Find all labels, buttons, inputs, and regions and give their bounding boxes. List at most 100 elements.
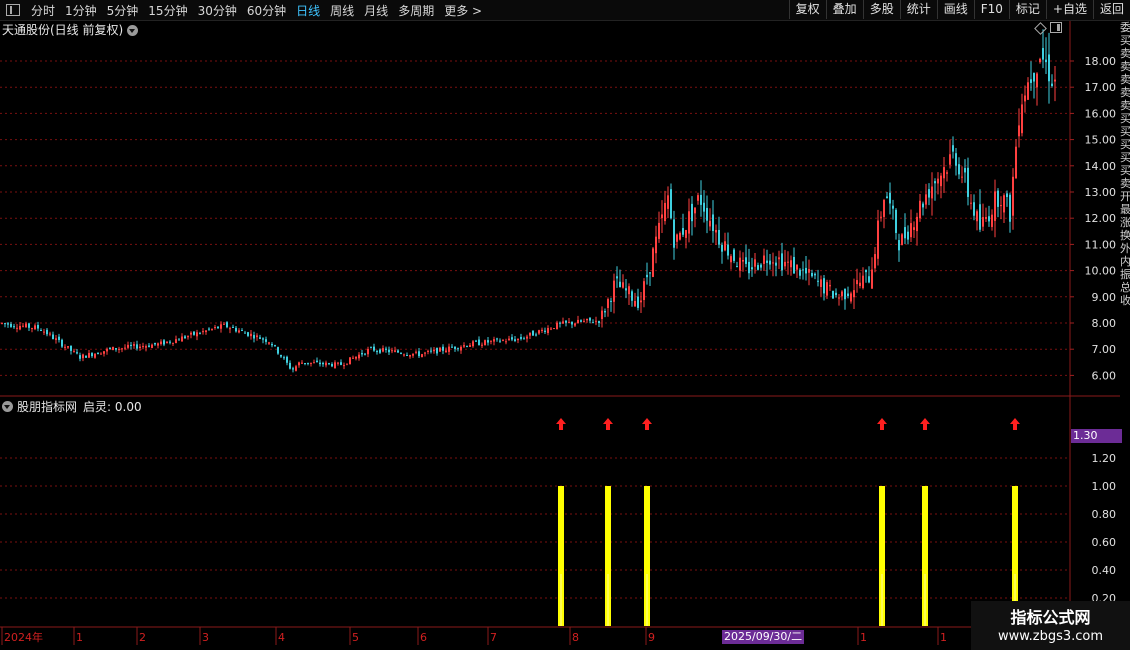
candle-body (475, 340, 477, 342)
chevron-down-icon[interactable] (127, 25, 139, 36)
candle-body (76, 352, 78, 354)
candle-body (508, 338, 510, 341)
candle-body (169, 341, 171, 343)
candle-body (292, 368, 294, 370)
candle-body (280, 354, 282, 357)
candle-body (853, 290, 855, 298)
up-arrow-icon (877, 418, 887, 430)
chart-canvas[interactable]: 18.0017.0016.0015.0014.0013.0012.0011.00… (0, 0, 1130, 650)
candle-body (181, 336, 183, 342)
candle-body (619, 281, 621, 288)
candle-body (55, 338, 57, 340)
candle-body (226, 322, 228, 328)
candle-body (589, 317, 591, 321)
candle-body (361, 353, 363, 355)
candle-body (487, 340, 489, 343)
time-tick-label: 2024年 (4, 630, 43, 644)
candle-body (580, 320, 582, 322)
candle-body (385, 348, 387, 350)
price-tick-label: 13.00 (1085, 186, 1117, 199)
candle-body (34, 325, 36, 330)
candle-body (598, 321, 600, 324)
candle-body (94, 353, 96, 358)
candle-body (316, 360, 318, 362)
indicator-tick-label: 0.80 (1092, 508, 1117, 521)
candle-body (868, 276, 870, 283)
candle-body (919, 200, 921, 219)
up-arrow-icon (920, 418, 930, 430)
candle-body (811, 272, 813, 277)
candle-body (160, 341, 162, 345)
candle-body (301, 362, 303, 364)
price-tick-label: 16.00 (1085, 107, 1117, 120)
time-tick-label: 4 (278, 631, 285, 644)
candle-body (991, 214, 993, 227)
candle-body (343, 365, 345, 367)
candle-body (571, 321, 573, 325)
price-tick-label: 10.00 (1085, 265, 1117, 278)
candle-body (772, 262, 774, 264)
candle-body (286, 356, 288, 363)
indicator-title[interactable]: 股朋指标网 启灵: 0.00 (2, 398, 142, 415)
price-tick-label: 12.00 (1085, 212, 1117, 225)
chart-controls (1034, 22, 1062, 35)
candle-body (850, 293, 852, 302)
candle-body (1018, 125, 1020, 137)
quote-panel-char: 卖 (1120, 99, 1130, 112)
candle-body (1036, 73, 1038, 88)
candle-body (550, 328, 552, 330)
price-tick-label: 18.00 (1085, 55, 1117, 68)
candle-body (763, 255, 765, 264)
candle-body (607, 299, 609, 308)
candle-body (52, 334, 54, 340)
candle-body (910, 223, 912, 238)
candle-body (511, 337, 513, 340)
candle-body (667, 195, 669, 209)
candle-body (847, 293, 849, 297)
candle-body (838, 297, 840, 299)
candle-body (82, 354, 84, 359)
candle-body (547, 327, 549, 334)
watermark-title: 指标公式网 (1010, 608, 1091, 627)
candle-body (211, 328, 213, 330)
candle-body (244, 332, 246, 334)
candle-body (73, 350, 75, 352)
diamond-icon[interactable] (1034, 22, 1047, 35)
candle-body (67, 346, 69, 348)
candle-body (799, 269, 801, 276)
candle-body (268, 342, 270, 344)
stock-title[interactable]: 天通股份(日线 前复权) (2, 21, 139, 38)
candle-body (493, 339, 495, 342)
window-icon[interactable] (1050, 22, 1062, 33)
candle-body (961, 176, 963, 178)
candle-body (721, 244, 723, 252)
candle-body (922, 203, 924, 208)
candle-body (718, 229, 720, 245)
candle-body (823, 278, 825, 294)
chevron-down-icon[interactable] (2, 401, 13, 412)
up-arrow-icon (1010, 418, 1020, 430)
candle-body (616, 276, 618, 279)
candle-body (307, 362, 309, 364)
candle-body (394, 350, 396, 352)
indicator-tick-label: 1.20 (1092, 452, 1117, 465)
quote-panel-char: 内 (1120, 255, 1130, 268)
candle-body (685, 230, 687, 238)
candle-body (325, 362, 327, 366)
candle-body (70, 345, 72, 351)
candle-body (787, 261, 789, 263)
candle-body (367, 348, 369, 355)
candle-body (892, 205, 894, 209)
candle-body (37, 324, 39, 329)
candle-body (358, 354, 360, 359)
candle-body (937, 178, 939, 184)
candle-body (535, 334, 537, 336)
candle-body (46, 329, 48, 335)
candle-body (931, 186, 933, 199)
time-tick-label: 6 (420, 631, 427, 644)
candle-body (235, 327, 237, 332)
candle-body (217, 326, 219, 329)
candle-body (754, 259, 756, 267)
candle-body (652, 248, 654, 277)
candle-body (859, 282, 861, 286)
